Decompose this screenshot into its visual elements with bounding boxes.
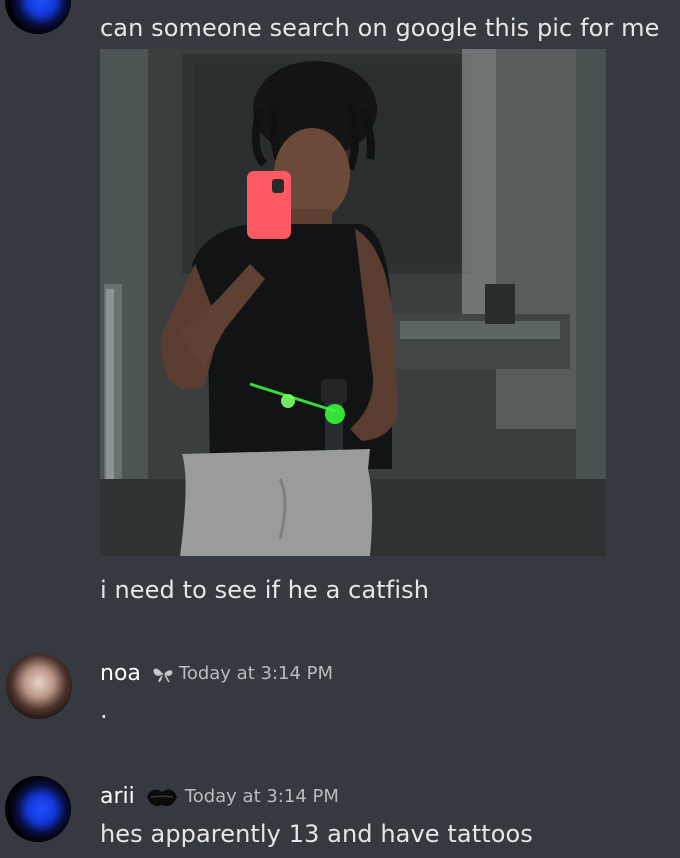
message-text: .	[100, 696, 108, 724]
username[interactable]: arii	[100, 784, 135, 809]
message-header: arii Today at 3:14 PM	[100, 784, 339, 809]
butterfly-icon	[151, 665, 175, 683]
avatar[interactable]	[5, 0, 71, 34]
message-text: hes apparently 13 and have tattoos	[100, 820, 533, 848]
message-header: noa Today at 3:14 PM	[100, 661, 333, 686]
timestamp: Today at 3:14 PM	[178, 663, 334, 684]
message-text: i need to see if he a catfish	[100, 576, 430, 604]
username[interactable]: noa	[100, 661, 141, 686]
mirror-selfie-photo[interactable]	[100, 49, 606, 556]
message-text: can someone search on google this pic fo…	[100, 14, 660, 42]
photo-illustration	[100, 49, 606, 556]
avatar[interactable]	[6, 653, 72, 719]
avatar[interactable]	[5, 776, 71, 842]
lips-icon	[145, 785, 179, 809]
timestamp: Today at 3:14 PM	[184, 786, 339, 807]
